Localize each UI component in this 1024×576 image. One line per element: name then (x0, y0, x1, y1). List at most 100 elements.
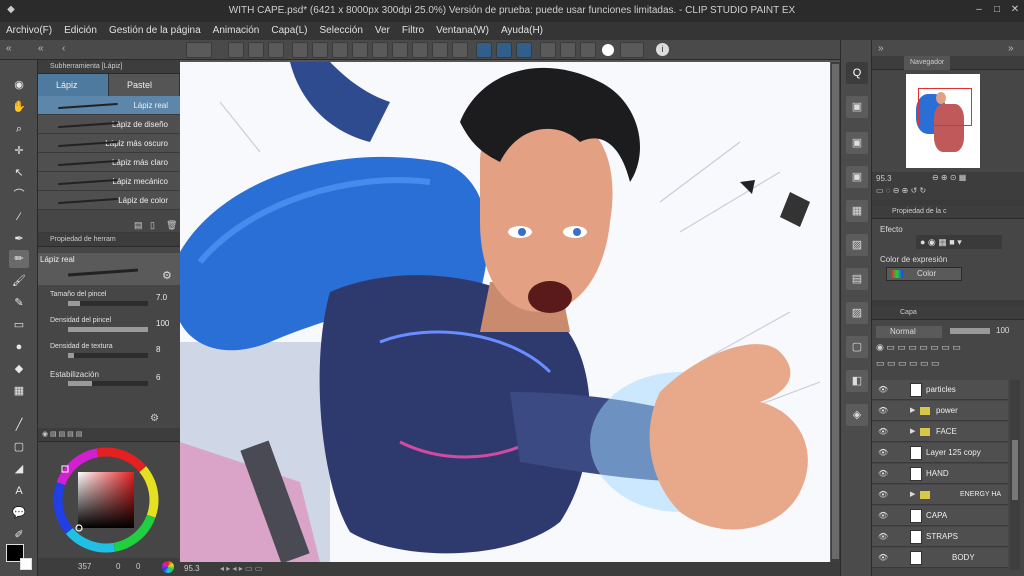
balloon-tool-icon[interactable]: 💬 (9, 504, 29, 522)
prop-slider[interactable] (68, 381, 148, 386)
rotate-reset-button[interactable] (580, 42, 596, 58)
text-tool-icon[interactable]: A (9, 482, 29, 500)
rotate-left-button[interactable] (540, 42, 556, 58)
rotate-right-button[interactable] (560, 42, 576, 58)
opacity-slider[interactable] (950, 328, 990, 334)
layer-row[interactable]: 👁 CAPA (872, 506, 1008, 526)
brush-lapiz-mecanico[interactable]: Lápiz mecánico (38, 172, 180, 191)
prop-slider[interactable] (68, 301, 148, 306)
prop-slider[interactable] (68, 327, 148, 332)
gradient-tool-icon[interactable]: ▦ (9, 382, 29, 400)
layer-toolbar[interactable]: ◉ ▭ ▭ ▭ ▭ ▭ ▭ ▭ (876, 342, 961, 353)
pen-tool-icon[interactable]: ✒ (9, 230, 29, 248)
navigator-thumbnail[interactable] (906, 74, 980, 168)
layer-row[interactable]: 👁 HAND (872, 464, 1008, 484)
material-icon[interactable]: ▣ (846, 166, 868, 188)
draw-color-icon[interactable] (602, 44, 614, 56)
tab-navigator[interactable]: Navegador (904, 56, 951, 70)
3d-icon[interactable]: ◈ (846, 404, 868, 426)
transform-button[interactable] (392, 42, 408, 58)
redo-button[interactable] (312, 42, 328, 58)
info-icon[interactable]: i (656, 43, 669, 56)
sub-color-swatch[interactable] (20, 558, 32, 570)
maximize-icon[interactable]: □ (990, 3, 1004, 17)
lasso-tool-icon[interactable]: ⌒ (9, 186, 29, 204)
material-icon[interactable]: ▣ (846, 96, 868, 118)
new-file-button[interactable] (228, 42, 244, 58)
menu-ventana[interactable]: Ventana(W) (430, 22, 495, 40)
brush-lapiz-color[interactable]: Lápiz de color (38, 191, 180, 210)
pencil-tool-icon[interactable]: ✏ (9, 250, 29, 268)
frame-tool-icon[interactable]: ▢ (9, 438, 29, 456)
eye-icon[interactable]: 👁 (878, 464, 888, 484)
status-controls[interactable]: ◂ ▸ ◂ ▸ ▭ ▭ (220, 562, 262, 576)
menu-edicion[interactable]: Edición (58, 22, 103, 40)
delete-subtool-icon[interactable]: 🗑 (166, 220, 177, 231)
object-tool-icon[interactable]: ↖ (9, 164, 29, 182)
brush-lapiz-real[interactable]: Lápiz real (38, 96, 180, 115)
move-tool-icon[interactable]: ✛ (9, 142, 29, 160)
expand-left-icon[interactable]: ‹ (62, 43, 65, 54)
eye-icon[interactable]: 👁 (878, 422, 888, 442)
collapse-far-right-icon[interactable]: » (1008, 43, 1014, 54)
clear-button[interactable] (332, 42, 348, 58)
tab-lapiz[interactable]: Lápiz (38, 74, 109, 96)
collapse-left-icon-2[interactable]: « (38, 43, 44, 54)
deselect-button[interactable] (432, 42, 448, 58)
rotate-controls[interactable]: ▭ ◌ ⊖ ⊕ ↺ ↻ (876, 186, 926, 195)
select-button[interactable] (412, 42, 428, 58)
new-subtool-icon[interactable]: ▯ (150, 220, 155, 231)
correct-line-tool-icon[interactable]: ✐ (9, 526, 29, 544)
fill-tool-icon[interactable]: ◆ (9, 360, 29, 378)
eyedropper-icon[interactable]: ⁄ (9, 208, 29, 226)
open-file-button[interactable] (248, 42, 264, 58)
eye-icon[interactable]: 👁 (878, 401, 888, 421)
snap-grid-button[interactable] (516, 42, 532, 58)
fill-button[interactable] (372, 42, 388, 58)
material-icon[interactable]: ▣ (846, 132, 868, 154)
image-icon[interactable]: ▨ (846, 302, 868, 324)
snap-ruler-button[interactable] (476, 42, 492, 58)
eye-icon[interactable]: 👁 (878, 380, 888, 400)
wrench-icon[interactable]: ⚙ (162, 269, 172, 282)
vertical-scrollbar[interactable] (831, 62, 840, 562)
menu-ayuda[interactable]: Ayuda(H) (495, 22, 549, 40)
expression-select[interactable]: Color (886, 267, 962, 281)
hand-tool-icon[interactable]: ✋ (9, 98, 29, 116)
settings-icon[interactable]: ⚙ (150, 413, 159, 424)
snap-special-button[interactable] (496, 42, 512, 58)
menu-ver[interactable]: Ver (369, 22, 396, 40)
menu-gestion-pagina[interactable]: Gestión de la página (103, 22, 207, 40)
menu-seleccion[interactable]: Selección (314, 22, 369, 40)
eye-icon[interactable]: 👁 (878, 485, 888, 505)
magnify-icon[interactable]: ⌕ (9, 120, 29, 138)
layer-prop-icon[interactable]: ▤ (846, 268, 868, 290)
color-wheel[interactable] (46, 444, 166, 556)
undo-button[interactable] (292, 42, 308, 58)
layer-row[interactable]: 👁 particles (872, 380, 1008, 400)
expand-arrow-icon[interactable]: ▶ (910, 401, 915, 421)
collapse-left-icon[interactable]: « (6, 43, 12, 54)
layer-row[interactable]: 👁 BODY (872, 548, 1008, 568)
eraser-tool-icon[interactable]: ▭ (9, 316, 29, 334)
search-icon[interactable]: Q (846, 62, 868, 84)
layer-toolbar-2[interactable]: ▭ ▭ ▭ ▭ ▭ ▭ (876, 358, 940, 369)
copy-subtool-icon[interactable]: ▤ (134, 220, 143, 231)
object-icon[interactable]: ◧ (846, 370, 868, 392)
navigator-zoom[interactable]: 95.3 (876, 174, 892, 183)
tab-pastel[interactable]: Pastel (109, 74, 180, 96)
image-icon[interactable]: ▨ (846, 234, 868, 256)
brush-lapiz-claro[interactable]: Lápiz más claro (38, 153, 180, 172)
expand-arrow-icon[interactable]: ▶ (910, 485, 915, 505)
menu-filtro[interactable]: Filtro (396, 22, 430, 40)
ruler-tool-icon[interactable]: ◢ (9, 460, 29, 478)
pattern-icon[interactable]: ▦ (846, 200, 868, 222)
prop-slider[interactable] (68, 353, 148, 358)
close-icon[interactable]: ✕ (1008, 3, 1022, 17)
menu-archivo[interactable]: Archivo(F) (0, 22, 58, 40)
layer-tab[interactable]: Capa (872, 306, 1024, 320)
cut-button[interactable] (352, 42, 368, 58)
app-icon[interactable]: ◆ (4, 3, 18, 17)
figure-tool-icon[interactable]: ╱ (9, 416, 29, 434)
colorprop-tab[interactable]: Propiedad de la c (872, 205, 1024, 219)
